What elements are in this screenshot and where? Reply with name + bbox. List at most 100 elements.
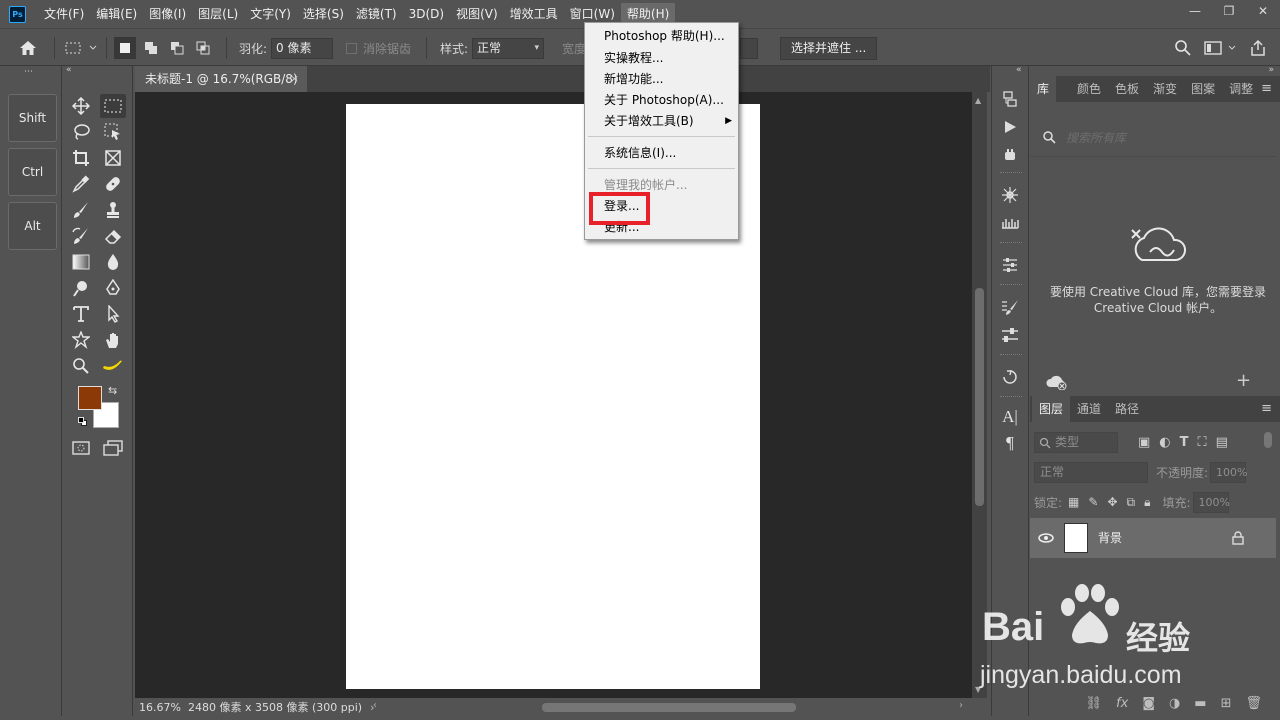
hand-tool[interactable] — [100, 328, 126, 352]
layer-filter-select[interactable]: 类型 — [1034, 432, 1118, 453]
frame-tool[interactable] — [100, 146, 126, 170]
banana-tool[interactable] — [100, 354, 126, 378]
blur-tool[interactable] — [100, 250, 126, 274]
tool-presets-panel-icon[interactable] — [998, 324, 1022, 346]
history-brush-tool[interactable] — [68, 224, 94, 248]
menu-image[interactable]: 图像(I) — [143, 3, 192, 25]
object-selection-tool[interactable] — [100, 120, 126, 144]
fill-input[interactable]: 100% — [1192, 492, 1230, 513]
home-button[interactable] — [18, 29, 38, 67]
lock-position-icon[interactable]: ✥ — [1107, 495, 1117, 510]
clone-stamp-tool[interactable] — [100, 198, 126, 222]
character-panel-icon[interactable]: A| — [998, 406, 1022, 428]
menu-layer[interactable]: 图层(L) — [192, 3, 244, 25]
ctrl-key-button[interactable]: Ctrl — [8, 148, 57, 196]
healing-brush-tool[interactable] — [100, 172, 126, 196]
custom-shape-tool[interactable] — [68, 328, 94, 352]
tab-adjustments[interactable]: 调整 — [1222, 76, 1260, 102]
tab-patterns[interactable]: 图案 — [1184, 76, 1222, 102]
marquee-preset-button[interactable] — [64, 29, 98, 67]
scroll-up-icon[interactable]: ▲ — [975, 96, 981, 105]
delete-layer-icon[interactable]: 🗑︎ — [1245, 696, 1262, 711]
panels-collapse-icon[interactable]: » — [1268, 65, 1274, 75]
menu-type[interactable]: 文字(Y) — [244, 3, 297, 25]
layers-panel-menu-icon[interactable]: ≡ — [1261, 396, 1272, 422]
lock-artboard-icon[interactable]: ⧉ — [1127, 495, 1136, 510]
tab-swatches[interactable]: 色板 — [1108, 76, 1146, 102]
glyphs-panel-icon[interactable] — [998, 144, 1022, 166]
add-library-icon[interactable]: + — [1236, 370, 1251, 391]
swap-colors-icon[interactable]: ⇆ — [108, 384, 117, 397]
close-button[interactable]: ✕ — [1246, 0, 1280, 22]
style-select[interactable]: 正常 ▾ — [472, 37, 545, 59]
default-colors-icon[interactable] — [78, 417, 87, 426]
history-panel-icon[interactable] — [998, 88, 1022, 110]
menu-view[interactable]: 视图(V) — [450, 3, 504, 25]
move-tool[interactable] — [68, 94, 94, 118]
document-tab[interactable]: 未标题-1 @ 16.7%(RGB/8) × — [135, 66, 307, 92]
brushes-panel-icon[interactable] — [998, 296, 1022, 318]
menu-item-hands-on-tutorials[interactable]: 实操教程... — [585, 48, 738, 69]
scroll-right-icon[interactable]: › — [959, 700, 963, 711]
workspace-button[interactable] — [1204, 29, 1238, 67]
height-input[interactable] — [740, 37, 758, 59]
tools-collapse-icon[interactable]: « — [66, 65, 72, 75]
link-layers-icon[interactable]: ⛓ — [1086, 696, 1103, 711]
lock-image-icon[interactable]: ✎ — [1088, 495, 1098, 510]
adjustments-sliders-icon[interactable] — [998, 254, 1022, 276]
search-button[interactable] — [1174, 29, 1192, 67]
filter-pixel-icon[interactable]: ▣ — [1138, 435, 1150, 450]
menu-item-whats-new[interactable]: 新增功能... — [585, 69, 738, 90]
feather-input[interactable]: 0 像素 — [271, 37, 334, 59]
filter-smart-object-icon[interactable]: ▤ — [1216, 435, 1228, 450]
strip-collapse-icon[interactable]: « — [1016, 65, 1022, 75]
lock-all-icon[interactable]: 🔒︎ — [1144, 495, 1150, 510]
minimize-button[interactable]: — — [1178, 0, 1212, 22]
canvas-area[interactable] — [135, 92, 972, 698]
filter-toggle-icon[interactable] — [1264, 432, 1272, 448]
menu-select[interactable]: 选择(S) — [297, 3, 350, 25]
vertical-scroll-thumb[interactable] — [975, 288, 984, 506]
path-selection-tool[interactable] — [100, 302, 126, 326]
menu-plugins[interactable]: 增效工具 — [504, 3, 564, 25]
library-search[interactable]: 搜索所有库 — [1040, 126, 1260, 146]
subtract-selection-button[interactable] — [166, 37, 188, 59]
lock-transparent-icon[interactable]: ▦ — [1068, 495, 1079, 510]
filter-adjustment-icon[interactable]: ◐ — [1159, 435, 1170, 450]
tab-channels[interactable]: 通道 — [1070, 396, 1108, 422]
scroll-left-icon[interactable]: ‹ — [373, 700, 377, 711]
new-selection-button[interactable] — [114, 37, 136, 59]
eye-icon[interactable] — [1038, 532, 1054, 544]
tab-layers[interactable]: 图层 — [1032, 396, 1071, 422]
new-layer-icon[interactable]: ⊞ — [1221, 696, 1232, 711]
tab-color[interactable]: 颜色 — [1070, 76, 1108, 102]
filter-type-icon[interactable]: T — [1180, 435, 1189, 450]
eraser-tool[interactable] — [100, 224, 126, 248]
brush-settings-panel-icon[interactable] — [998, 212, 1022, 234]
screen-mode-button[interactable] — [100, 436, 126, 460]
dodge-tool[interactable] — [68, 276, 94, 300]
brush-tool[interactable] — [68, 198, 94, 222]
tab-paths[interactable]: 路径 — [1108, 396, 1146, 422]
restore-button[interactable]: ❐ — [1212, 0, 1246, 22]
share-button[interactable] — [1249, 29, 1267, 67]
intersect-selection-button[interactable] — [192, 37, 214, 59]
new-group-icon[interactable]: ▬ — [1194, 696, 1206, 711]
opacity-input[interactable]: 100% — [1210, 462, 1248, 483]
menu-item-about-plugins[interactable]: 关于增效工具(B) ▶ — [585, 111, 738, 132]
alt-key-button[interactable]: Alt — [8, 202, 57, 250]
menu-file[interactable]: 文件(F) — [38, 3, 90, 25]
menu-edit[interactable]: 编辑(E) — [90, 3, 143, 25]
crop-tool[interactable] — [68, 146, 94, 170]
add-mask-icon[interactable]: ◙ — [1142, 696, 1155, 711]
lasso-tool[interactable] — [68, 120, 94, 144]
gradient-tool[interactable] — [68, 250, 94, 274]
panel-collapse-icon[interactable]: ⋯ — [24, 67, 33, 77]
tab-gradients[interactable]: 渐变 — [1146, 76, 1184, 102]
horizontal-scroll-thumb[interactable] — [542, 703, 796, 712]
menu-item-about-photoshop[interactable]: 关于 Photoshop(A)... — [585, 90, 738, 111]
adjustment-layer-icon[interactable]: ◑ — [1169, 696, 1180, 711]
paragraph-panel-icon[interactable]: ¶ — [998, 432, 1022, 454]
3d-panel-icon[interactable] — [998, 184, 1022, 206]
zoom-tool[interactable] — [68, 354, 94, 378]
